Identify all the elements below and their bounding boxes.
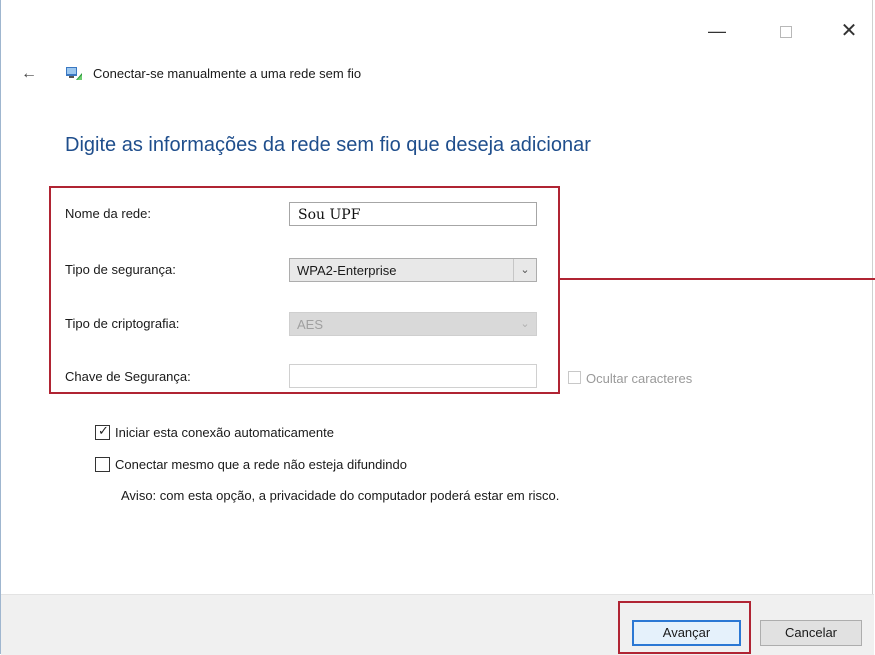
page-title: Digite as informações da rede sem fio qu… — [65, 134, 591, 156]
window-title: Conectar-se manualmente a uma rede sem f… — [93, 66, 362, 81]
dialog-window: — ✕ ← Conectar-se manualmente a uma rede… — [0, 0, 875, 655]
checkmark-icon: ✓ — [98, 423, 109, 438]
auto-connect-checkbox[interactable]: ✓ — [95, 423, 110, 440]
close-button[interactable]: ✕ — [829, 16, 869, 46]
next-button[interactable]: Avançar — [632, 620, 741, 646]
back-arrow-icon[interactable]: ← — [21, 64, 43, 84]
connect-hidden-label[interactable]: Conectar mesmo que a rede não esteja dif… — [115, 457, 407, 472]
minimize-button[interactable]: — — [697, 16, 737, 46]
maximize-icon — [780, 26, 792, 39]
maximize-button — [766, 16, 806, 46]
wireless-network-icon — [66, 67, 82, 80]
auto-connect-label[interactable]: Iniciar esta conexão automaticamente — [115, 425, 334, 440]
highlight-connector-line — [558, 278, 875, 280]
hide-characters-label: Ocultar caracteres — [586, 371, 693, 386]
form-highlight-box — [49, 186, 560, 394]
privacy-warning: Aviso: com esta opção, a privacidade do … — [121, 488, 560, 503]
hide-characters-checkbox — [568, 371, 581, 384]
connect-hidden-checkbox[interactable] — [95, 457, 110, 472]
cancel-button[interactable]: Cancelar — [760, 620, 862, 646]
